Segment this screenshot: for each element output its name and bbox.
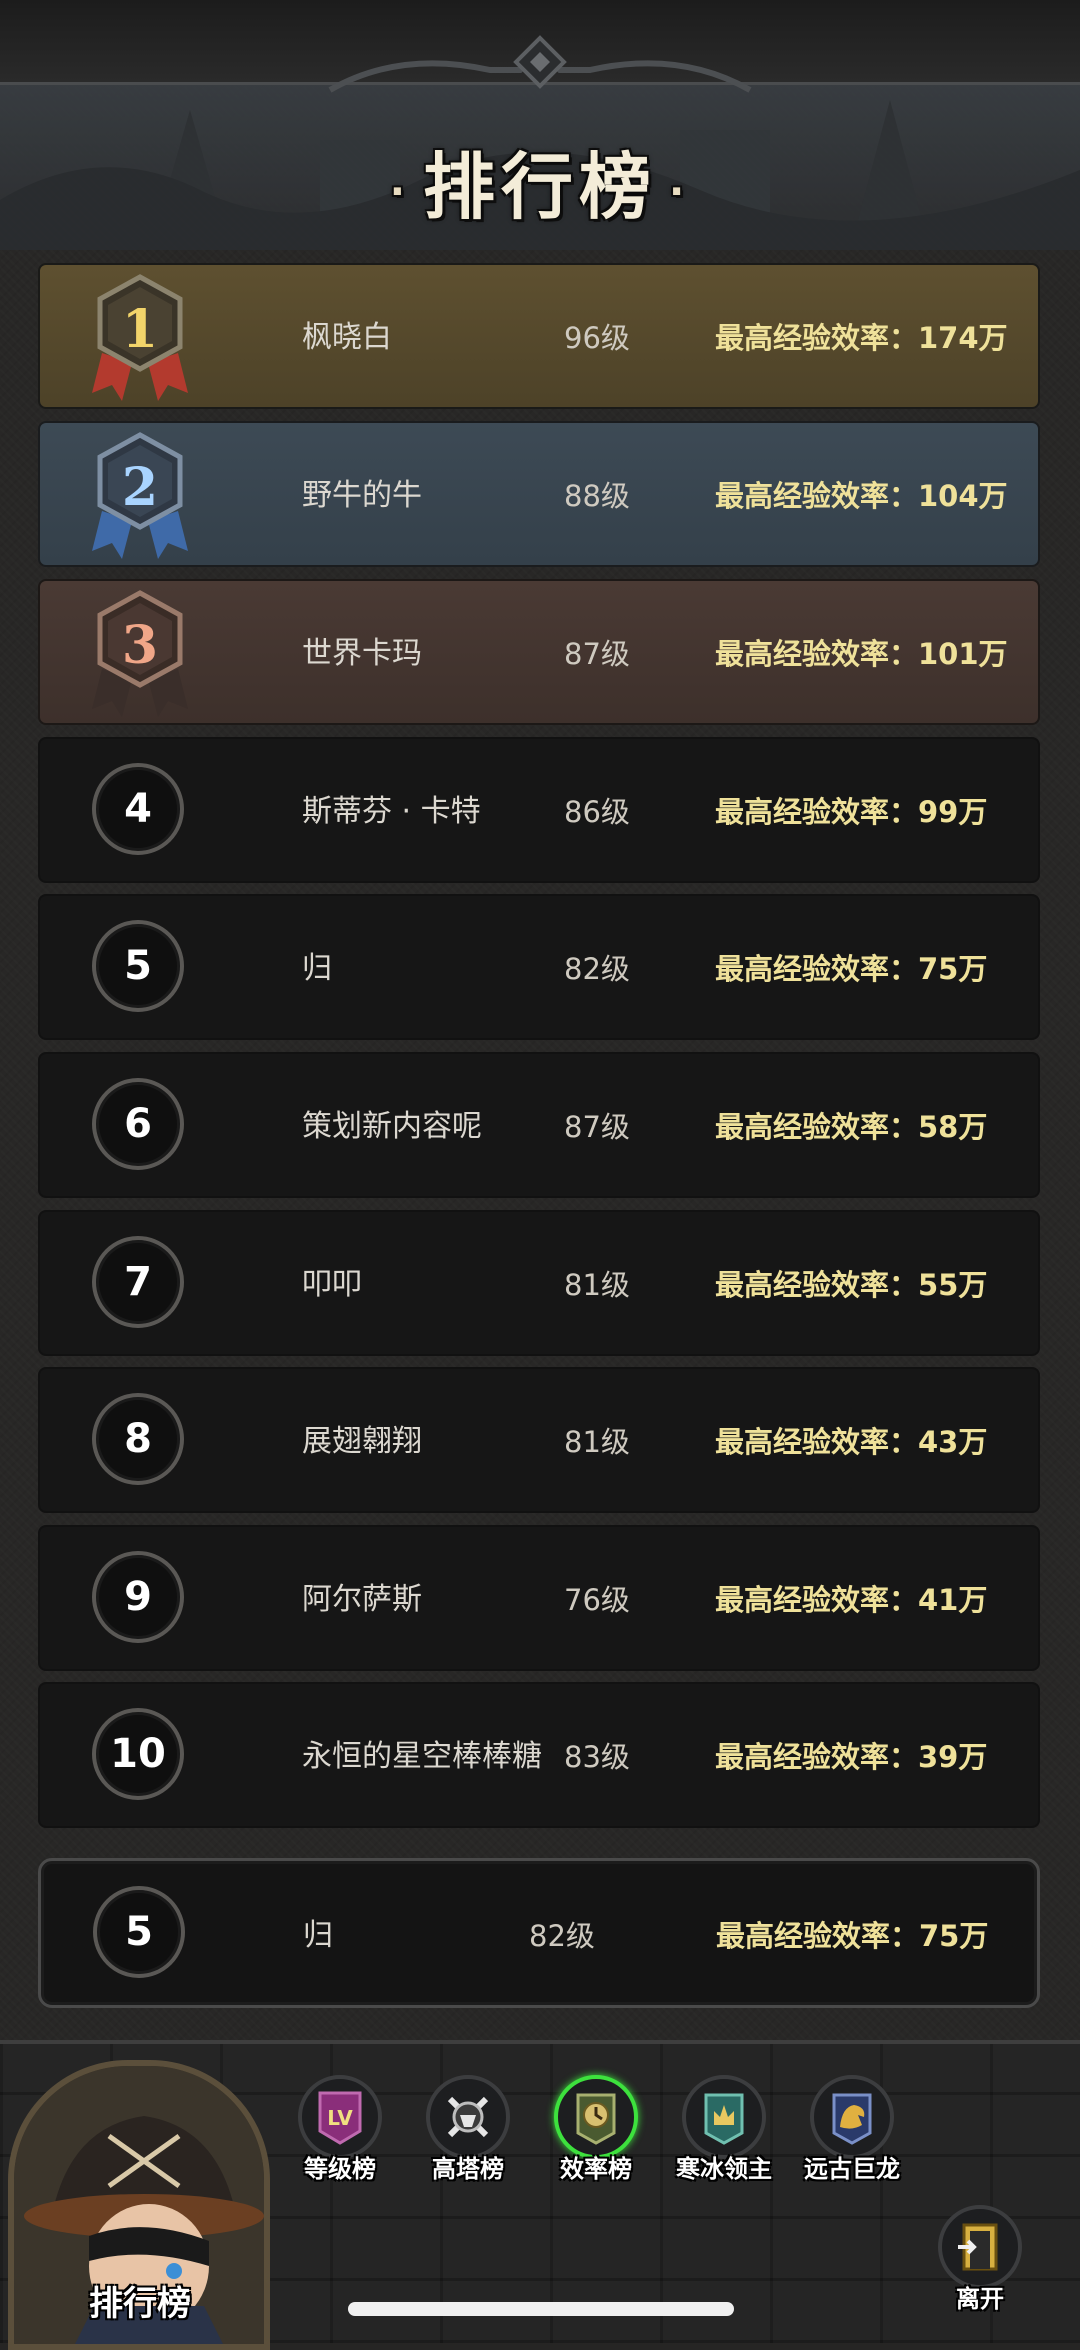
player-name: 阿尔萨斯 — [302, 1582, 422, 1617]
player-efficiency: 最高经验效率：101万 — [715, 637, 1008, 671]
tab-label: 高塔榜 — [432, 2155, 504, 2183]
home-indicator[interactable] — [348, 2302, 734, 2316]
page-title: · 排行榜 · — [0, 128, 1080, 233]
clock-icon — [554, 2075, 638, 2159]
leaderboard-row[interactable]: 7 叩叩 81级 最高经验效率：55万 — [38, 1210, 1040, 1356]
tower-icon — [426, 2075, 510, 2159]
tab-efficiency-rank[interactable]: 效率榜 — [536, 2075, 656, 2184]
exit-label: 离开 — [956, 2285, 1004, 2313]
player-name: 展翅翱翔 — [302, 1424, 422, 1459]
gold-medal-icon: 1 — [88, 273, 192, 405]
player-level: 83级 — [564, 1740, 630, 1774]
rank-number: 2 — [121, 457, 159, 518]
player-name: 枫晓白 — [302, 320, 392, 355]
lv-icon-text: LV — [327, 2106, 353, 2130]
player-level: 86级 — [564, 795, 630, 829]
player-efficiency: 最高经验效率：39万 — [715, 1740, 988, 1774]
player-efficiency: 最高经验效率：58万 — [715, 1110, 988, 1144]
rank-number: 1 — [121, 299, 159, 360]
player-name: 永恒的星空棒棒糖 — [302, 1739, 542, 1774]
player-efficiency: 最高经验效率：43万 — [715, 1425, 988, 1459]
player-name: 叩叩 — [302, 1267, 362, 1302]
tab-label: 等级榜 — [304, 2155, 376, 2183]
player-name: 归 — [302, 951, 332, 986]
tab-ice-lord[interactable]: 寒冰领主 — [664, 2075, 784, 2184]
portrait-label: 排行榜 — [89, 2284, 191, 2324]
leaderboard-row[interactable]: 5 归 82级 最高经验效率：75万 — [38, 894, 1040, 1040]
exit-button[interactable]: 离开 — [928, 2205, 1032, 2314]
player-name: 策划新内容呢 — [302, 1109, 482, 1144]
player-level: 81级 — [564, 1425, 630, 1459]
tab-label: 寒冰领主 — [676, 2155, 772, 2183]
ornament-icon — [328, 35, 752, 93]
player-level: 88级 — [564, 479, 630, 513]
leaderboard-row[interactable]: 9 阿尔萨斯 76级 最高经验效率：41万 — [38, 1525, 1040, 1671]
rank-badge: 6 — [92, 1078, 184, 1170]
player-level: 87级 — [564, 1110, 630, 1144]
player-level: 82级 — [529, 1919, 595, 1953]
leaderboard-row[interactable]: 8 展翅翱翔 81级 最高经验效率：43万 — [38, 1367, 1040, 1513]
rank-badge: 7 — [92, 1236, 184, 1328]
player-level: 87级 — [564, 637, 630, 671]
player-efficiency: 最高经验效率：174万 — [715, 321, 1008, 355]
tab-label: 远古巨龙 — [804, 2155, 900, 2183]
title-dot-right: · — [669, 169, 691, 216]
my-rank-row[interactable]: 5 归 82级 最高经验效率：75万 — [38, 1858, 1040, 2008]
rank-badge: 10 — [92, 1708, 184, 1800]
rank-number: 3 — [121, 615, 159, 676]
player-name: 斯蒂芬 · 卡特 — [302, 794, 481, 829]
exit-door-icon — [938, 2205, 1022, 2289]
player-efficiency: 最高经验效率：41万 — [715, 1583, 988, 1617]
player-level: 96级 — [564, 321, 630, 355]
leaderboard-row[interactable]: 6 策划新内容呢 87级 最高经验效率：58万 — [38, 1052, 1040, 1198]
player-name: 野牛的牛 — [302, 478, 422, 513]
leaderboard-row[interactable]: 10 永恒的星空棒棒糖 83级 最高经验效率：39万 — [38, 1682, 1040, 1828]
lv-icon: LV — [298, 2075, 382, 2159]
dragon-icon — [810, 2075, 894, 2159]
silver-medal-icon: 2 — [88, 431, 192, 563]
rank-badge: 9 — [92, 1551, 184, 1643]
leaderboard-row[interactable]: 1 枫晓白 96级 最高经验效率：174万 — [38, 263, 1040, 409]
tab-tower-rank[interactable]: 高塔榜 — [408, 2075, 528, 2184]
tab-label: 效率榜 — [560, 2155, 632, 2183]
player-name: 世界卡玛 — [302, 636, 422, 671]
rank-badge: 5 — [92, 920, 184, 1012]
tab-level-rank[interactable]: LV 等级榜 — [280, 2075, 400, 2184]
tab-ancient-dragon[interactable]: 远古巨龙 — [792, 2075, 912, 2184]
player-level: 76级 — [564, 1583, 630, 1617]
player-efficiency: 最高经验效率：55万 — [715, 1268, 988, 1302]
player-efficiency: 最高经验效率：99万 — [715, 795, 988, 829]
page-title-text: 排行榜 — [422, 145, 657, 229]
rank-badge: 8 — [92, 1393, 184, 1485]
player-efficiency: 最高经验效率：75万 — [716, 1919, 989, 1953]
ice-lord-icon — [682, 2075, 766, 2159]
player-level: 82级 — [564, 952, 630, 986]
leaderboard-row[interactable]: 3 世界卡玛 87级 最高经验效率：101万 — [38, 579, 1040, 725]
header: · 排行榜 · — [0, 0, 1080, 255]
rank-badge: 5 — [93, 1886, 185, 1978]
leaderboard-row[interactable]: 4 斯蒂芬 · 卡特 86级 最高经验效率：99万 — [38, 737, 1040, 883]
player-level: 81级 — [564, 1268, 630, 1302]
player-name: 归 — [303, 1918, 333, 1953]
title-dot-left: · — [389, 169, 411, 216]
player-efficiency: 最高经验效率：104万 — [715, 479, 1008, 513]
player-efficiency: 最高经验效率：75万 — [715, 952, 988, 986]
rank-badge: 4 — [92, 763, 184, 855]
bronze-medal-icon: 3 — [88, 589, 192, 721]
leaderboard-row[interactable]: 2 野牛的牛 88级 最高经验效率：104万 — [38, 421, 1040, 567]
